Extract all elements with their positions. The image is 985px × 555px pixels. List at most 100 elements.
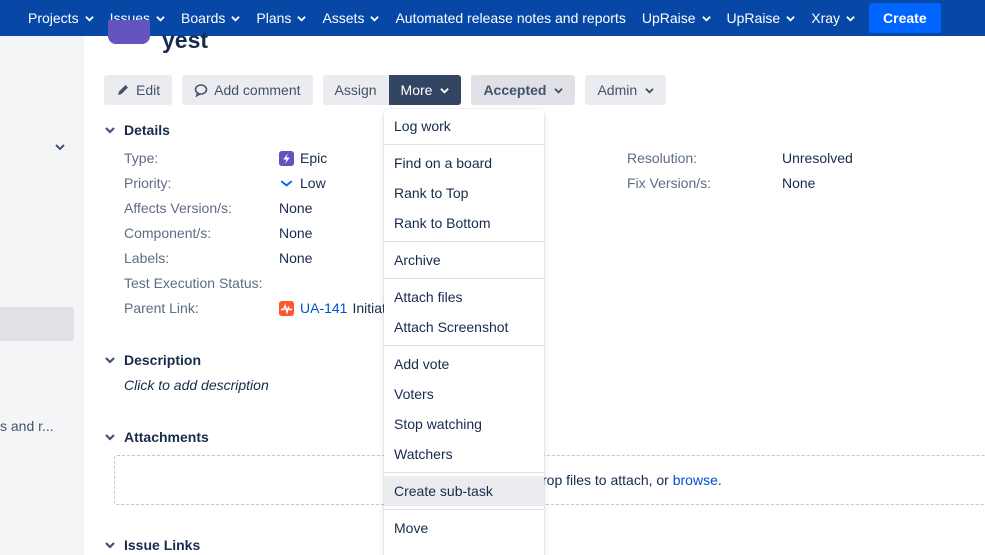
chevron-down-icon <box>645 87 654 94</box>
test-execution-status-label: Test Execution Status: <box>124 275 263 291</box>
issue-title[interactable]: yest <box>162 27 208 54</box>
menu-divider <box>384 472 544 473</box>
chevron-down-icon <box>105 357 115 364</box>
menu-item-create-subtask[interactable]: Create sub-task <box>384 476 544 506</box>
nav-projects[interactable]: Projects <box>20 0 102 36</box>
nav-xray[interactable]: Xray <box>803 0 863 36</box>
menu-divider <box>384 509 544 510</box>
menu-item-move[interactable]: Move <box>384 513 544 543</box>
status-button[interactable]: Accepted <box>471 75 576 105</box>
add-comment-button[interactable]: Add comment <box>182 75 313 105</box>
more-button[interactable]: More <box>388 75 462 105</box>
chevron-down-icon <box>554 87 564 94</box>
component-label: Component/s: <box>124 225 212 241</box>
parent-link-key[interactable]: UA-141 <box>300 300 347 316</box>
priority-value: Low <box>279 175 326 191</box>
epic-icon <box>279 150 294 166</box>
browse-link[interactable]: browse <box>673 472 718 488</box>
fix-version-value: None <box>782 175 816 191</box>
priority-value-text: Low <box>300 175 326 191</box>
description-placeholder[interactable]: Click to add description <box>124 377 269 393</box>
parent-link-label: Parent Link: <box>124 300 199 316</box>
menu-item-archive[interactable]: Archive <box>384 245 544 275</box>
affects-version-value: None <box>279 200 313 216</box>
attachments-toggle[interactable]: Attachments <box>104 429 209 445</box>
nav-plans-label: Plans <box>256 10 292 26</box>
type-value-text: Epic <box>300 150 328 166</box>
component-value: None <box>279 225 313 241</box>
description-toggle[interactable]: Description <box>104 352 201 368</box>
nav-assets[interactable]: Assets <box>314 0 387 36</box>
nav-xray-label: Xray <box>811 10 841 26</box>
chevron-down-icon[interactable] <box>54 141 66 153</box>
details-heading: Details <box>124 122 170 138</box>
low-priority-icon <box>280 180 293 187</box>
chevron-down-icon <box>105 127 115 134</box>
labels-value[interactable]: None <box>279 250 312 266</box>
comment-icon <box>194 84 208 97</box>
menu-divider <box>384 278 544 279</box>
nav-release-notes[interactable]: Automated release notes and reports <box>387 0 633 36</box>
nav-release-notes-label: Automated release notes and reports <box>395 10 626 26</box>
nav-upraise-1[interactable]: UpRaise <box>634 0 719 36</box>
description-heading: Description <box>124 352 202 368</box>
nav-upraise-2-label: UpRaise <box>726 10 781 26</box>
menu-item-log-work[interactable]: Log work <box>384 111 544 141</box>
issue-links-heading: Issue Links <box>124 537 201 553</box>
admin-button[interactable]: Admin <box>585 75 667 105</box>
menu-item-rank-top[interactable]: Rank to Top <box>384 178 544 208</box>
nav-plans[interactable]: Plans <box>248 0 314 36</box>
type-label: Type: <box>124 150 159 166</box>
menu-item-voters[interactable]: Voters <box>384 379 544 409</box>
labels-label: Labels: <box>124 250 170 266</box>
menu-item-attach-files[interactable]: Attach files <box>384 282 544 312</box>
edit-button-label: Edit <box>136 82 161 98</box>
chevron-down-icon <box>105 542 115 549</box>
fix-version-label: Fix Version/s: <box>627 175 712 191</box>
sidebar-item-selected[interactable] <box>0 307 74 341</box>
attachments-heading: Attachments <box>124 429 209 445</box>
menu-item-add-vote[interactable]: Add vote <box>384 349 544 379</box>
chevron-down-icon <box>297 15 307 22</box>
sidebar: s and r... <box>0 36 84 555</box>
admin-button-label: Admin <box>597 82 638 98</box>
menu-item-watchers[interactable]: Watchers <box>384 439 544 469</box>
edit-button[interactable]: Edit <box>104 75 173 105</box>
issue-links-toggle[interactable]: Issue Links <box>104 537 200 553</box>
sidebar-item-label[interactable]: s and r... <box>0 418 74 434</box>
epic-avatar-icon <box>104 20 150 46</box>
priority-label: Priority: <box>124 175 172 191</box>
menu-item-rank-bottom[interactable]: Rank to Bottom <box>384 208 544 238</box>
nav-upraise-2[interactable]: UpRaise <box>719 0 804 36</box>
nav-boards-label: Boards <box>181 10 226 26</box>
resolution-label: Resolution: <box>627 150 698 166</box>
dropzone-instructions: rop files to attach, or <box>542 472 673 488</box>
parent-link-summary[interactable]: Initiat <box>352 300 385 316</box>
create-button[interactable]: Create <box>869 3 941 33</box>
more-button-label: More <box>400 82 433 98</box>
menu-item-attach-screenshot[interactable]: Attach Screenshot <box>384 312 544 342</box>
dropzone-text: rop files to attach, or browse. <box>542 472 722 488</box>
chevron-down-icon <box>370 15 380 22</box>
nav-upraise-1-label: UpRaise <box>641 10 696 26</box>
menu-item-stop-watching[interactable]: Stop watching <box>384 409 544 439</box>
initiative-icon <box>279 300 294 316</box>
status-button-label: Accepted <box>483 82 547 98</box>
parent-link-value: UA-141 Initiat <box>279 300 386 316</box>
menu-item-find-on-board[interactable]: Find on a board <box>384 148 544 178</box>
epic-avatar-shape <box>108 20 150 44</box>
type-value: Epic <box>279 150 327 166</box>
more-dropdown-menu: Log work Find on a board Rank to Top Ran… <box>384 109 544 555</box>
chevron-down-icon <box>440 87 450 94</box>
issue-toolbar: Edit Add comment Assign More Accepted Ad… <box>104 75 676 105</box>
pencil-icon <box>118 85 128 95</box>
nav-assets-label: Assets <box>322 10 365 26</box>
workflow-button-group: Assign More <box>322 75 462 105</box>
nav-projects-label: Projects <box>28 10 79 26</box>
affects-version-label: Affects Version/s: <box>124 200 232 216</box>
chevron-down-icon <box>105 434 115 441</box>
details-toggle[interactable]: Details <box>104 122 170 138</box>
chevron-down-icon <box>156 15 165 22</box>
resolution-value: Unresolved <box>782 150 853 166</box>
assign-button[interactable]: Assign <box>322 75 389 105</box>
